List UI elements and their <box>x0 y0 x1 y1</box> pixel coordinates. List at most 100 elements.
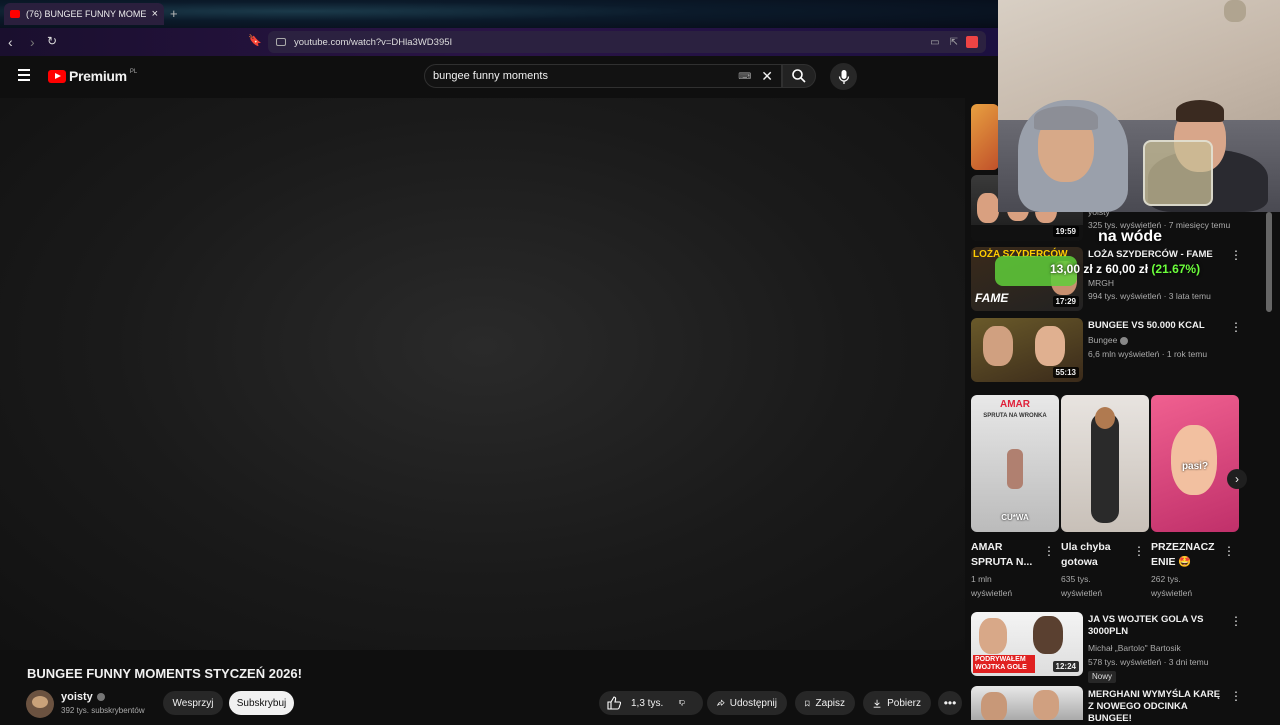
video-meta: 994 tys. wyświetleń · 3 lata temu <box>1088 291 1211 301</box>
cast-icon[interactable]: ▭ <box>930 37 939 48</box>
video-title[interactable]: JA VS WOJTEK GOLA VS 3000PLN <box>1088 614 1214 638</box>
short-views-line: 635 tys. <box>1061 574 1091 584</box>
video-channel-text: Bungee <box>1088 335 1118 345</box>
verified-icon <box>1119 336 1128 345</box>
thumbs-up-icon <box>607 696 621 710</box>
address-bar[interactable]: youtube.com/watch?v=DHla3WD395I ▭ ⇱ <box>268 31 986 53</box>
youtube-logo[interactable]: Premium PL <box>48 68 137 84</box>
youtube-play-icon <box>48 69 66 83</box>
share-label: Udostępnij <box>729 697 777 709</box>
short-title[interactable]: Ula chyba gotowa <box>1061 540 1111 570</box>
video-thumbnail[interactable]: PODRYWAŁEM WOJTKA GOLE 12:24 <box>971 612 1083 676</box>
bookmark-icon[interactable]: 🔖 <box>248 34 262 47</box>
video-thumbnail[interactable]: 55:13 <box>971 318 1083 382</box>
tab-title: (76) BUNGEE FUNNY MOMENTS <box>26 9 146 19</box>
save-label: Zapisz <box>815 697 845 709</box>
voice-search-button[interactable] <box>830 63 857 90</box>
short-title-line: Ula chyba <box>1061 541 1111 553</box>
forward-icon[interactable]: › <box>30 34 35 50</box>
share-button[interactable]: Udostępnij <box>707 691 787 715</box>
shorts-next-icon[interactable]: › <box>1227 469 1247 489</box>
clear-search-icon[interactable]: ✕ <box>761 68 773 85</box>
video-title[interactable]: LOŻA SZYDERCÓW - FAME <box>1088 249 1213 261</box>
more-options-icon[interactable]: ⋮ <box>1230 689 1242 703</box>
logo-text: Premium <box>69 68 127 84</box>
short-views-line: 1 mln <box>971 574 992 584</box>
sidebar-scrollbar[interactable] <box>1266 212 1272 312</box>
like-button[interactable]: 1,3 tys. <box>599 696 663 710</box>
keyboard-icon[interactable]: ⌨ <box>738 71 751 82</box>
share-icon <box>717 699 725 706</box>
video-channel: Bungee <box>1088 333 1128 347</box>
donation-percent: (21.67%) <box>1151 262 1201 276</box>
video-title[interactable]: BUNGEE VS 50.000 KCAL <box>1088 320 1205 332</box>
short-views: 635 tys. wyświetleń <box>1061 572 1102 600</box>
short-title[interactable]: AMAR SPRUTA N... <box>971 540 1032 570</box>
download-icon <box>873 699 881 708</box>
menu-icon[interactable] <box>18 69 30 84</box>
short-title-line: gotowa <box>1061 556 1098 568</box>
search-input[interactable]: bungee funny moments ⌨ ✕ <box>424 64 782 88</box>
short-title-line: ENIE 🤩 <box>1151 556 1192 568</box>
more-options-icon[interactable]: ⋮ <box>1230 614 1242 628</box>
more-options-icon[interactable]: ⋮ <box>1043 544 1055 558</box>
reload-icon[interactable]: ↻ <box>47 34 57 48</box>
back-icon[interactable]: ‹ <box>8 34 13 50</box>
video-duration: 19:59 <box>1052 226 1079 237</box>
short-thumb-caption: CU*WA <box>1001 513 1029 522</box>
search-query: bungee funny moments <box>433 70 548 82</box>
donation-goal-label: na wóde <box>1098 228 1163 245</box>
donation-progress-text: 13,00 zł z 60,00 zł (21.67%) <box>1050 262 1200 276</box>
like-count: 1,3 tys. <box>631 697 664 709</box>
short-thumb-subtitle: SPRUTA NA WRONKA <box>983 413 1047 419</box>
short-title[interactable]: PRZEZNACZ ENIE 🤩 <box>1151 540 1215 570</box>
search-icon <box>792 69 806 83</box>
save-icon <box>805 700 810 707</box>
save-button[interactable]: Zapisz <box>795 691 855 715</box>
more-actions-icon[interactable]: ••• <box>938 691 962 715</box>
more-options-icon[interactable]: ⋮ <box>1133 544 1145 558</box>
extension-icon[interactable] <box>966 36 978 48</box>
video-meta: 6,6 mln wyświetleń · 1 rok temu <box>1088 349 1208 359</box>
video-title: BUNGEE FUNNY MOMENTS STYCZEŃ 2026! <box>27 666 302 681</box>
tab-close-icon[interactable]: × <box>152 8 158 20</box>
download-button[interactable]: Pobierz <box>863 691 931 715</box>
youtube-favicon-icon <box>10 10 20 18</box>
search-button[interactable] <box>782 64 816 88</box>
short-views: 1 mln wyświetleń <box>971 572 1012 600</box>
thumbnail-caption: PODRYWAŁEM WOJTKA GOLE <box>973 655 1035 673</box>
site-settings-icon[interactable] <box>276 38 286 46</box>
more-options-icon[interactable]: ⋮ <box>1230 320 1242 334</box>
thumbs-down-icon <box>679 700 685 706</box>
short-thumbnail[interactable] <box>1061 395 1149 532</box>
short-views-line: 262 tys. <box>1151 574 1181 584</box>
channel-name[interactable]: yoisty <box>61 691 105 703</box>
url-text: youtube.com/watch?v=DHla3WD395I <box>294 36 453 48</box>
video-thumbnail[interactable] <box>971 104 999 170</box>
short-thumbnail[interactable]: AMAR SPRUTA NA WRONKA CU*WA <box>971 395 1059 532</box>
channel-avatar[interactable] <box>26 690 54 718</box>
subscribe-button[interactable]: Subskrybuj <box>229 691 294 715</box>
new-tab-button[interactable]: + <box>170 6 178 21</box>
new-badge: Nowy <box>1088 671 1117 683</box>
short-views-line: wyświetleń <box>1061 588 1103 598</box>
video-duration: 17:29 <box>1052 296 1079 307</box>
short-title-line: AMAR <box>971 541 1003 553</box>
short-thumb-title: AMAR <box>1000 399 1030 410</box>
short-thumbnail[interactable]: pasi? <box>1151 395 1239 532</box>
subscriber-count: 392 tys. subskrybentów <box>61 706 145 715</box>
browser-tab[interactable]: (76) BUNGEE FUNNY MOMENTS × <box>4 3 164 25</box>
video-duration: 12:24 <box>1052 661 1079 672</box>
video-duration: 55:13 <box>1052 367 1079 378</box>
more-options-icon[interactable]: ⋮ <box>1230 248 1242 262</box>
video-player[interactable] <box>0 98 965 650</box>
short-thumb-caption: pasi? <box>1181 461 1209 472</box>
support-button[interactable]: Wesprzyj <box>163 691 223 715</box>
dislike-button[interactable] <box>669 691 695 715</box>
share-page-icon[interactable]: ⇱ <box>950 37 958 48</box>
short-title-line: PRZEZNACZ <box>1151 541 1215 553</box>
more-options-icon[interactable]: ⋮ <box>1223 544 1235 558</box>
short-title-line: SPRUTA N... <box>971 556 1033 568</box>
donation-amount: 13,00 zł z 60,00 zł <box>1050 262 1149 276</box>
video-thumbnail[interactable] <box>971 686 1083 720</box>
